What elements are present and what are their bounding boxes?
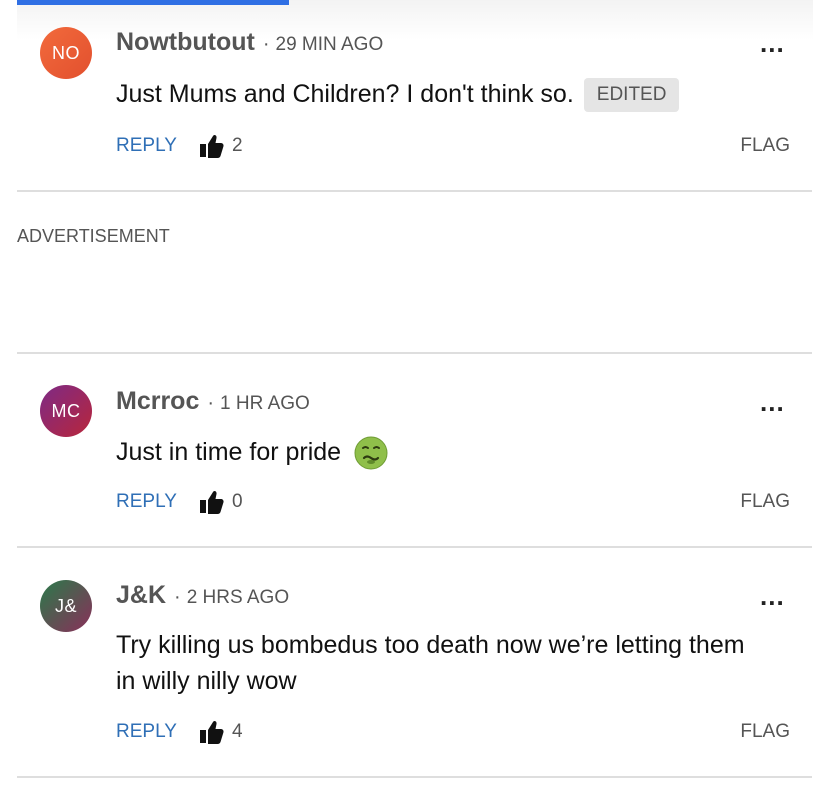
comment-header: Mcrroc · 1 HR AGO	[116, 387, 310, 416]
like-count: 2	[232, 135, 243, 156]
like-count: 0	[232, 491, 243, 512]
comment-actions: REPLY 4 FLAG	[116, 719, 790, 749]
avatar[interactable]: NO	[40, 27, 92, 79]
comment-text: Try killing us bombedus too death now we…	[116, 631, 745, 695]
separator-dot: ·	[262, 33, 270, 55]
comment-body: Just Mums and Children? I don't think so…	[116, 76, 776, 113]
comment-divider	[17, 546, 812, 548]
flag-button[interactable]: FLAG	[740, 721, 790, 743]
comment-header: Nowtbutout · 29 MIN AGO	[116, 28, 383, 57]
avatar-initials: MC	[51, 400, 81, 421]
avatar[interactable]: J&	[40, 580, 92, 632]
reply-button[interactable]: REPLY	[116, 135, 177, 157]
reading-progress-bar	[0, 0, 828, 40]
avatar[interactable]: MC	[40, 385, 92, 437]
avatar-initials: J&	[54, 595, 77, 616]
thumbs-up-icon[interactable]	[200, 133, 224, 159]
comment-username[interactable]: J&K	[116, 581, 166, 610]
comment-timestamp: 29 MIN AGO	[275, 34, 384, 55]
advertisement-divider	[17, 352, 812, 354]
comment-timestamp: 2 HRS AGO	[186, 587, 290, 608]
nauseated-face-emoji	[354, 436, 388, 470]
comment-actions: REPLY 0 FLAG	[116, 489, 790, 519]
reading-progress-fill	[17, 0, 289, 5]
flag-button[interactable]: FLAG	[740, 135, 790, 157]
separator-dot: ·	[207, 392, 215, 414]
thumbs-up-icon[interactable]	[200, 489, 224, 515]
comment-body: Try killing us bombedus too death now we…	[116, 627, 766, 699]
edited-badge: EDITED	[583, 78, 680, 113]
comment-timestamp: 1 HR AGO	[220, 393, 310, 414]
comment-text: Just in time for pride	[116, 438, 342, 466]
more-options-button[interactable]: ...	[760, 28, 785, 59]
more-options-button[interactable]: ...	[760, 387, 785, 418]
comment-body: Just in time for pride	[116, 434, 776, 470]
flag-button[interactable]: FLAG	[740, 491, 790, 513]
comment-divider	[17, 776, 812, 778]
comment-username[interactable]: Mcrroc	[116, 387, 199, 416]
comment-header: J&K · 2 HRS AGO	[116, 581, 289, 610]
comment-divider	[17, 190, 812, 192]
avatar-initials: NO	[52, 42, 80, 63]
reply-button[interactable]: REPLY	[116, 491, 177, 513]
comment-username[interactable]: Nowtbutout	[116, 28, 255, 57]
advertisement-label: ADVERTISEMENT	[17, 226, 170, 246]
thumbs-up-icon[interactable]	[200, 719, 224, 745]
more-options-button[interactable]: ...	[760, 581, 785, 612]
comment-actions: REPLY 2 FLAG	[116, 133, 790, 163]
separator-dot: ·	[174, 586, 181, 608]
like-count: 4	[232, 721, 243, 742]
comment-text: Just Mums and Children? I don't think so…	[116, 80, 574, 108]
reply-button[interactable]: REPLY	[116, 721, 177, 743]
